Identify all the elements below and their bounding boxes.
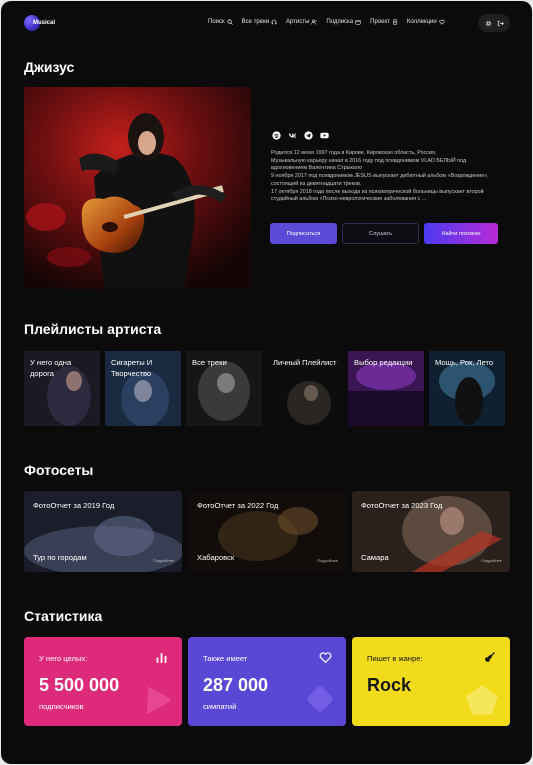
nav-collections[interactable]: Коллекции — [407, 19, 445, 25]
heart-icon — [439, 19, 445, 25]
stat-card-genre: Пишет в жанре: Rock — [352, 637, 510, 726]
nav-label: Поиск — [208, 19, 225, 25]
pentagon-shape-icon — [466, 685, 498, 715]
header-actions — [478, 14, 510, 32]
playlist-label: Мощь, Рок, Лето — [435, 358, 494, 367]
photoset-city: Хабаровск — [197, 553, 235, 562]
playlist-label: Личный Плейлист — [273, 358, 337, 367]
nav-search[interactable]: Поиск — [208, 19, 233, 25]
bio-line: 17 октября 2018 года после выхода из пси… — [271, 188, 484, 203]
photoset-card[interactable]: ФотоОтчет за 2019 Год Тур по городам Под… — [24, 491, 182, 572]
photosets-row: ФотоОтчет за 2019 Год Тур по городам Под… — [24, 491, 510, 572]
playlist-card[interactable]: Личный Плейлист — [267, 351, 343, 426]
stats-row: У него целых: 5 500 000 подписчиков Такж… — [24, 637, 510, 726]
stat-sub: подписчиков — [39, 702, 84, 711]
playlist-card[interactable]: Сигареты И Творчество — [105, 351, 181, 426]
user-music-icon — [311, 19, 317, 25]
photoset-title: ФотоОтчет за 2019 Год — [33, 501, 115, 510]
photoset-more-link[interactable]: Подробнее — [153, 558, 174, 563]
nav-project[interactable]: Проект — [370, 19, 398, 25]
photoset-more-link[interactable]: Подробнее — [481, 558, 502, 563]
heart-outline-icon — [319, 652, 332, 664]
playlist-label: Сигареты И Творчество — [111, 358, 153, 378]
photoset-card[interactable]: ФотоОтчет за 2022 Год Хабаровск Подробне… — [188, 491, 346, 572]
telegram-icon[interactable] — [304, 131, 313, 140]
logo-text[interactable]: Musical — [33, 20, 55, 26]
playlists-title: Плейлисты артиста — [24, 321, 162, 337]
play-shape-icon — [146, 686, 171, 714]
nav-all-tracks[interactable]: Все треки — [242, 19, 277, 25]
nav-label: Коллекции — [406, 19, 437, 25]
playlist-card[interactable]: У него одна дорога — [24, 351, 100, 426]
nav-label: Артисты — [286, 19, 310, 25]
nav-label: Все треки — [241, 19, 270, 25]
nav-label: Проект — [370, 19, 390, 25]
photoset-title: ФотоОтчет за 2023 Год — [361, 501, 443, 510]
page-frame: Musical Поиск Все треки Артисты Подписка… — [1, 1, 532, 764]
playlist-label: Выбор редакции — [354, 358, 413, 367]
playlist-card[interactable]: Все треки — [186, 351, 262, 426]
bar-chart-icon — [156, 653, 167, 663]
diamond-shape-icon — [307, 686, 333, 712]
bio-line: Родился 12 июня 1997 года в Кирове, Киро… — [271, 150, 437, 156]
playlist-card[interactable]: Мощь, Рок, Лето — [429, 351, 505, 426]
headphones-icon — [271, 19, 277, 25]
stats-title: Статистика — [24, 608, 103, 624]
stat-card-subscribers: У него целых: 5 500 000 подписчиков — [24, 637, 182, 726]
social-links — [272, 131, 329, 140]
guitar-icon — [485, 652, 495, 662]
photoset-city: Самара — [361, 553, 389, 562]
stat-label: У него целых: — [39, 654, 88, 663]
artist-photo — [24, 87, 251, 289]
nav-artists[interactable]: Артисты — [286, 19, 317, 25]
playlists-row: У него одна дорога Сигареты И Творчество… — [24, 351, 505, 426]
bio-line: 9 ноября 2017 под псевдонимом JESUS выпу… — [271, 173, 489, 187]
photoset-city: Тур по городам — [33, 553, 87, 562]
photoset-title: ФотоОтчет за 2022 Год — [197, 501, 279, 510]
settings-icon[interactable] — [485, 20, 492, 27]
nav-label: Подписка — [326, 19, 354, 25]
stat-value: 287 000 — [203, 675, 269, 695]
photoset-more-link[interactable]: Подробнее — [317, 558, 338, 563]
listen-button[interactable]: Слушать — [342, 223, 419, 244]
vk-icon[interactable] — [288, 131, 297, 140]
find-similar-button[interactable]: Найти похожих — [424, 223, 498, 244]
youtube-icon[interactable] — [320, 131, 329, 140]
artist-bio: Родился 12 июня 1997 года в Кирове, Киро… — [271, 150, 501, 204]
playlist-label: У него одна дорога — [30, 358, 72, 378]
spotify-icon[interactable] — [272, 131, 281, 140]
playlist-label: Все треки — [192, 358, 227, 367]
bio-line: Музыкальную карьеру начал в 2016 году по… — [271, 157, 467, 172]
stat-card-likes: Также имеет 287 000 симпатий — [188, 637, 346, 726]
stat-label: Пишет в жанре: — [367, 654, 423, 663]
document-icon — [392, 19, 397, 25]
photosets-title: Фотосеты — [24, 462, 94, 478]
main-nav: Поиск Все треки Артисты Подписка Проект … — [208, 19, 445, 25]
stat-label: Также имеет — [203, 654, 248, 663]
photoset-card[interactable]: ФотоОтчет за 2023 Год Самара Подробнее — [352, 491, 510, 572]
playlist-card[interactable]: Выбор редакции — [348, 351, 424, 426]
stat-value: 5 500 000 — [39, 675, 120, 695]
stat-sub: симпатий — [203, 702, 237, 711]
stat-value: Rock — [367, 675, 412, 695]
subscribe-button[interactable]: Подписаться — [270, 223, 337, 244]
calendar-icon — [355, 19, 361, 25]
artist-name: Джизус — [24, 59, 75, 75]
logout-icon[interactable] — [497, 20, 504, 27]
search-icon — [227, 19, 233, 25]
nav-subscription[interactable]: Подписка — [326, 19, 361, 25]
